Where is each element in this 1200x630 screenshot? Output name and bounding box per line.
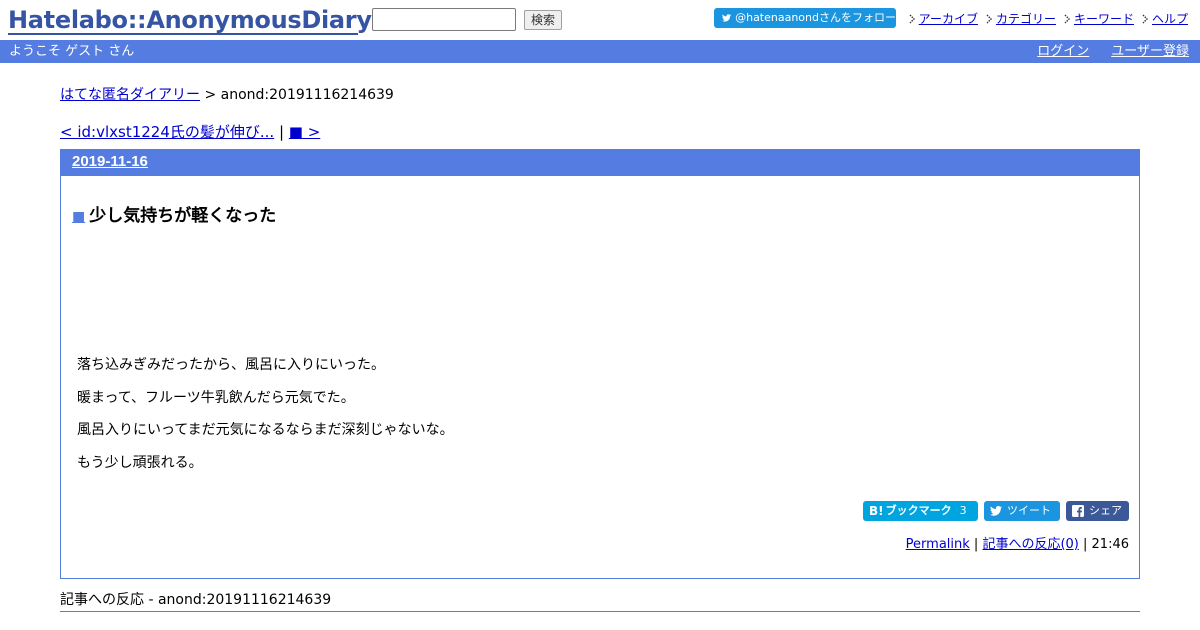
twitter-bird-icon: [722, 14, 732, 22]
header-nav: アーカイブ カテゴリー キーワード ヘルプ: [901, 10, 1188, 27]
entry-body: 落ち込みぎみだったから、風呂に入りにいった。 暖まって、フルーツ牛乳飲んだら元気…: [77, 349, 454, 479]
welcome-bar: ようこそ ゲスト さん ログイン ユーザー登録: [0, 40, 1200, 63]
entry-paragraph: もう少し頑張れる。: [77, 454, 203, 471]
register-link[interactable]: ユーザー登録: [1111, 40, 1189, 63]
welcome-text: ようこそ ゲスト さん: [9, 44, 135, 59]
account-links: ログイン ユーザー登録: [1015, 40, 1189, 63]
day-header: 2019-11-16: [61, 150, 1139, 176]
day-section: 2019-11-16 ■ 少し気持ちが軽くなった 落ち込みぎみだったから、風呂に入…: [60, 149, 1140, 579]
arrow-right-icon: [1142, 14, 1148, 23]
entry-paragraph: 落ち込みぎみだったから、風呂に入りにいった。: [77, 357, 385, 373]
arrow-right-icon: [1064, 14, 1070, 23]
twitter-bird-icon: [990, 506, 1002, 516]
nav-link-keyword[interactable]: キーワード: [1074, 10, 1134, 27]
footer-separator: |: [969, 537, 983, 552]
search-input[interactable]: [372, 8, 516, 31]
arrow-right-icon: [909, 14, 915, 23]
reactions-link[interactable]: 記事への反応(0): [982, 537, 1078, 552]
bookmark-count: 3: [959, 504, 967, 517]
tweet-button[interactable]: ツイート: [984, 501, 1060, 521]
follow-label: @hatenaanondさんをフォロー: [735, 11, 896, 24]
search-button[interactable]: 検索: [524, 10, 562, 30]
entry-paragraph: 風呂入りにいってまだ元気になるならまだ深刻じゃないな。: [77, 422, 454, 438]
logo-underline: [8, 33, 358, 35]
entry-pager: < id:vlxst1224氏の髪が伸び... | ■ >: [60, 121, 320, 142]
facebook-icon: [1072, 505, 1084, 517]
nav-item-help[interactable]: ヘルプ: [1142, 10, 1188, 27]
nav-link-help[interactable]: ヘルプ: [1152, 10, 1188, 27]
facebook-share-label: シェア: [1089, 504, 1122, 517]
nav-link-category[interactable]: カテゴリー: [996, 10, 1056, 27]
breadcrumb: はてな匿名ダイアリー > anond:20191116214639: [60, 84, 394, 104]
nav-link-archive[interactable]: アーカイブ: [919, 10, 978, 27]
login-link[interactable]: ログイン: [1037, 40, 1089, 63]
hatena-bookmark-button[interactable]: B! ブックマーク 3: [863, 501, 978, 521]
twitter-follow-button[interactable]: @hatenaanondさんをフォロー: [714, 8, 896, 28]
entry-title-text: 少し気持ちが軽くなった: [89, 206, 277, 226]
permalink-link[interactable]: Permalink: [906, 537, 970, 552]
hatena-bookmark-label: ブックマーク: [885, 504, 952, 517]
entry-title: ■ 少し気持ちが軽くなった: [72, 201, 276, 226]
entry-time: 21:46: [1091, 537, 1129, 552]
entry-permalink-marker[interactable]: ■: [72, 209, 85, 225]
site-header: Hatelabo::AnonymousDiary 検索 @hatenaanond…: [0, 0, 1200, 40]
nav-item-archive[interactable]: アーカイブ: [909, 10, 978, 27]
nav-item-keyword[interactable]: キーワード: [1064, 10, 1134, 27]
tweet-label: ツイート: [1007, 504, 1051, 517]
hatena-b-icon: B!: [869, 504, 884, 518]
breadcrumb-current: anond:20191116214639: [220, 87, 394, 103]
next-entry-link[interactable]: ■ >: [289, 123, 321, 141]
site-logo[interactable]: Hatelabo::AnonymousDiary: [8, 4, 372, 36]
day-date-link[interactable]: 2019-11-16: [72, 153, 148, 170]
facebook-share-button[interactable]: シェア: [1066, 501, 1129, 521]
share-buttons: B! ブックマーク 3 ツイート シェア: [863, 501, 1129, 521]
breadcrumb-home-link[interactable]: はてな匿名ダイアリー: [60, 87, 200, 103]
breadcrumb-separator: >: [200, 87, 221, 103]
footer-separator: |: [1078, 537, 1092, 552]
prev-entry-link[interactable]: < id:vlxst1224氏の髪が伸び...: [60, 123, 274, 141]
reactions-section-title: 記事への反応 - anond:20191116214639: [60, 589, 1140, 612]
pager-separator: |: [274, 123, 289, 141]
entry-paragraph: 暖まって、フルーツ牛乳飲んだら元気でた。: [77, 389, 355, 406]
entry-footer: Permalink | 記事への反応(0) | 21:46: [906, 533, 1129, 552]
nav-item-category[interactable]: カテゴリー: [986, 10, 1056, 27]
arrow-right-icon: [986, 14, 992, 23]
